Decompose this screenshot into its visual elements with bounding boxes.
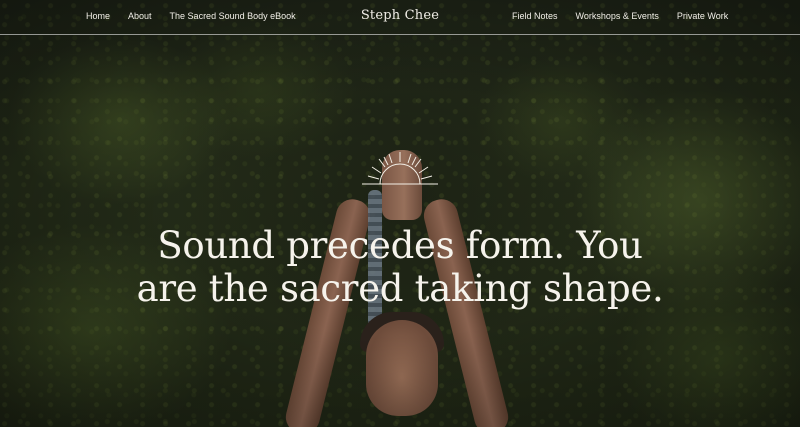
nav-right-group: Field Notes Workshops & Events Private W… [512,11,728,21]
top-navigation: Home About The Sacred Sound Body eBook S… [0,0,800,35]
nav-link-field-notes[interactable]: Field Notes [512,11,558,21]
hero-headline: Sound precedes form. You are the sacred … [0,224,800,310]
nav-link-workshops-events[interactable]: Workshops & Events [576,11,659,21]
sun-rays-icon [362,152,438,185]
hero-section: Home About The Sacred Sound Body eBook S… [0,0,800,427]
hero-headline-line-1: Sound precedes form. You [157,224,643,267]
hero-headline-line-2: are the sacred taking shape. [136,267,664,310]
nav-link-private-work[interactable]: Private Work [677,11,728,21]
vignette-overlay [0,0,800,427]
